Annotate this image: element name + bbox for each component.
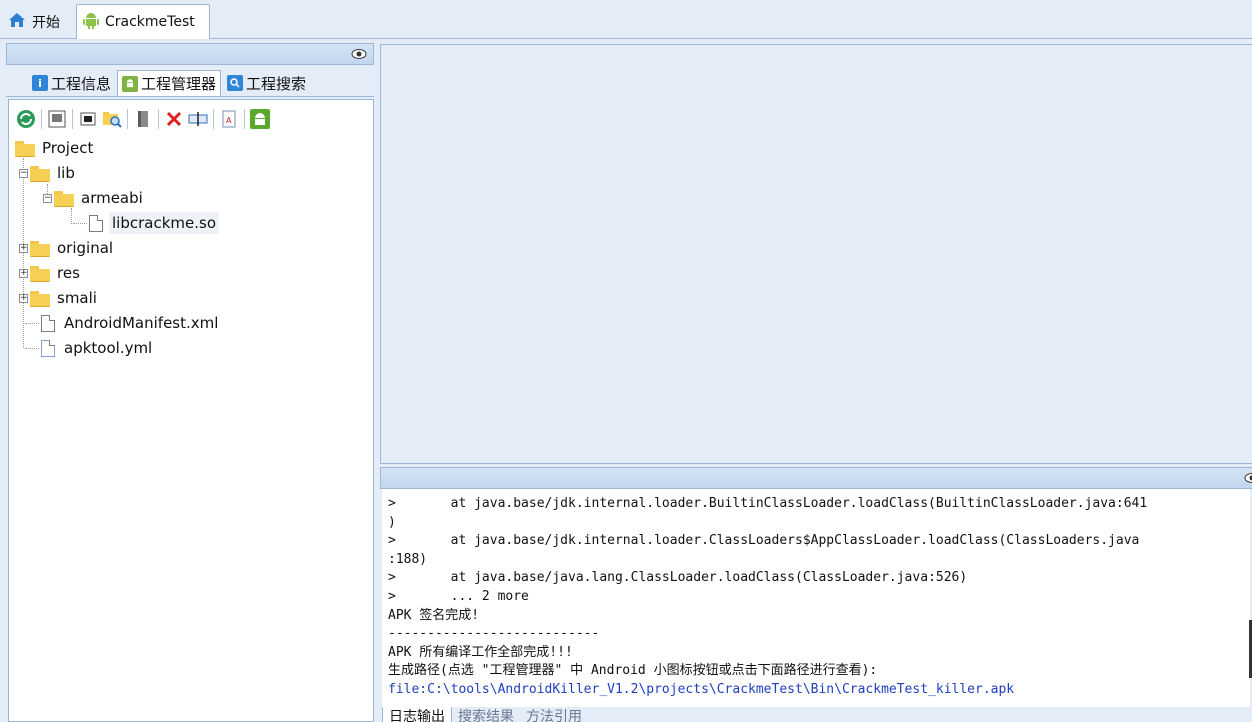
android-icon: [83, 11, 99, 33]
tree-node-manifest[interactable]: AndroidManifest.xml: [41, 311, 221, 335]
text-file-icon[interactable]: A: [218, 108, 240, 130]
project-panel: i 工程信息 工程管理器 工程搜索 A Project − lib − arme…: [6, 43, 374, 722]
collapse-icon[interactable]: −: [19, 168, 28, 178]
log-line: > ... 2 more: [388, 588, 529, 604]
tree-node-label: res: [57, 264, 80, 282]
toolbar-separator: [41, 109, 42, 129]
tree-node-apktool[interactable]: apktool.yml: [41, 336, 155, 360]
folder-icon: [54, 190, 74, 207]
folder-icon: [30, 265, 50, 282]
tree-guide-line: [25, 323, 39, 324]
editor-area: [380, 44, 1252, 464]
toolbar-separator: [244, 109, 245, 129]
home-icon: [8, 12, 26, 32]
panel-header: [6, 43, 374, 65]
tree-node-label: smali: [57, 289, 97, 307]
tree-node-label: libcrackme.so: [109, 212, 219, 234]
folder-icon: [15, 140, 35, 157]
output-path-link[interactable]: file:C:\tools\AndroidKiller_V1.2\project…: [388, 681, 1250, 700]
project-tree-area: A Project − lib − armeabi libcrackme.so …: [8, 99, 374, 722]
log-line: > at java.base/java.lang.ClassLoader.loa…: [388, 570, 968, 586]
log-line: ): [388, 514, 396, 530]
yml-file-icon: [41, 339, 55, 357]
log-output[interactable]: > at java.base/jdk.internal.loader.Built…: [382, 489, 1250, 707]
info-icon: i: [32, 75, 48, 91]
android-icon: [122, 75, 139, 92]
toolbar-separator: [158, 109, 159, 129]
tree-node-res[interactable]: + res: [19, 261, 83, 285]
tab-crackmetest-label: CrackmeTest: [105, 14, 195, 30]
log-line: > at java.base/jdk.internal.loader.Class…: [388, 533, 1140, 549]
android-icon[interactable]: [249, 108, 271, 130]
tree-guide-line: [71, 208, 72, 224]
tree-guide-line: [25, 348, 39, 349]
tab-log-output[interactable]: 日志输出: [382, 707, 452, 722]
toolbar-separator: [72, 109, 73, 129]
tree-node-libcrackme[interactable]: libcrackme.so: [89, 211, 219, 235]
tab-project-manager[interactable]: 工程管理器: [117, 70, 222, 96]
log-panel-header: [380, 467, 1252, 489]
log-line: > at java.base/jdk.internal.loader.Built…: [388, 496, 1148, 511]
folder-icon: [30, 165, 50, 182]
rename-icon[interactable]: [187, 108, 209, 130]
tree-node-label: original: [57, 239, 114, 257]
svg-text:A: A: [226, 116, 232, 125]
search-icon: [227, 75, 244, 91]
eye-icon[interactable]: [1244, 471, 1252, 485]
tree-node-label: lib: [57, 164, 75, 182]
log-line: :188): [388, 551, 428, 567]
folder-icon: [30, 290, 50, 307]
tree-node-label: armeabi: [81, 189, 143, 207]
tab-project-info[interactable]: i 工程信息: [28, 70, 115, 96]
tree-node-label: AndroidManifest.xml: [64, 314, 219, 332]
expand-icon[interactable]: +: [19, 268, 28, 278]
delete-icon[interactable]: [163, 108, 185, 130]
tree-node-label: Project: [42, 139, 94, 157]
bottom-tab-bar: 日志输出 搜索结果 方法引用: [382, 707, 1252, 722]
file-icon: [89, 214, 103, 232]
expand-icon[interactable]: +: [19, 293, 28, 303]
refresh-icon[interactable]: [15, 108, 37, 130]
toolbar-separator: [213, 109, 214, 129]
log-line: 生成路径(点选 "工程管理器" 中 Android 小图标按钮或点击下面路径进行…: [388, 663, 878, 679]
book-icon[interactable]: [132, 108, 154, 130]
tab-home[interactable]: 开始: [2, 4, 72, 39]
folder-search-icon[interactable]: [101, 108, 123, 130]
tab-search-results[interactable]: 搜索结果: [452, 707, 520, 722]
tab-project-manager-label: 工程管理器: [141, 75, 217, 93]
toolbar-separator: [127, 109, 128, 129]
log-line: APK 所有编译工作全部完成!!!: [388, 644, 573, 660]
log-line: ---------------------------: [388, 626, 600, 642]
tree-node-original[interactable]: + original: [19, 236, 116, 260]
tree-guide-line: [73, 223, 87, 224]
tab-project-search-label: 工程搜索: [246, 74, 307, 93]
tab-home-label: 开始: [32, 14, 60, 31]
tree-node-project[interactable]: Project: [15, 136, 96, 160]
image-icon[interactable]: [46, 108, 68, 130]
tree-node-lib[interactable]: − lib: [19, 161, 78, 185]
tree-node-armeabi[interactable]: − armeabi: [43, 186, 146, 210]
file-icon: [41, 314, 55, 332]
tree-node-smali[interactable]: + smali: [19, 286, 100, 310]
tab-crackmetest[interactable]: CrackmeTest: [76, 4, 210, 39]
tab-project-search[interactable]: 工程搜索: [223, 70, 310, 96]
window-icon[interactable]: [77, 108, 99, 130]
folder-icon: [30, 240, 50, 257]
eye-icon[interactable]: [351, 47, 367, 61]
tab-method-references[interactable]: 方法引用: [520, 707, 588, 722]
tree-toolbar: A: [15, 106, 273, 132]
collapse-icon[interactable]: −: [43, 193, 52, 203]
document-tab-bar: 开始 CrackmeTest: [0, 0, 1252, 39]
tab-project-info-label: 工程信息: [51, 74, 112, 93]
expand-icon[interactable]: +: [19, 243, 28, 253]
sub-tab-bar: i 工程信息 工程管理器 工程搜索: [6, 65, 374, 97]
tree-node-label: apktool.yml: [64, 339, 153, 357]
log-line: APK 签名完成!: [388, 607, 480, 623]
